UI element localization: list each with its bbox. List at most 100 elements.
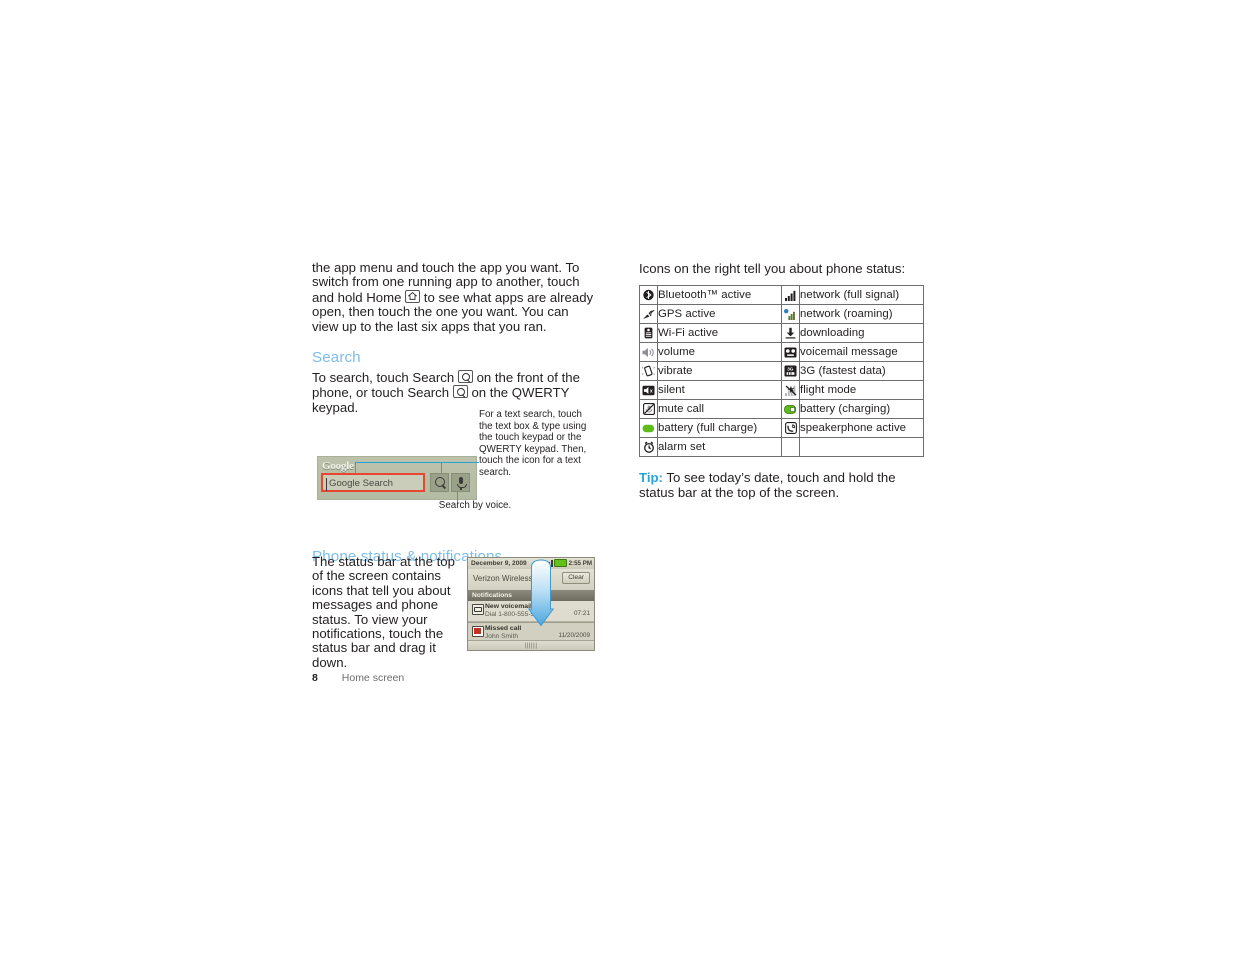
notifications-section-header: Notifications bbox=[468, 590, 594, 601]
icon-label: Bluetooth™ active bbox=[657, 285, 782, 306]
magnifier-glyph bbox=[456, 387, 465, 396]
microphone-base bbox=[457, 484, 467, 488]
icon-label: Wi-Fi active bbox=[657, 323, 782, 344]
status-time: 2:55 PM bbox=[568, 559, 592, 567]
list-item[interactable]: New voicemail Dial 1-800-555-5555 07:21 bbox=[468, 601, 594, 622]
callout-line-to-textbox bbox=[355, 462, 357, 473]
notification-title: Missed call bbox=[485, 625, 522, 632]
signal-roaming-icon bbox=[781, 304, 800, 325]
battery-charging-icon bbox=[781, 399, 800, 420]
alarm-clock-glyph bbox=[643, 441, 654, 454]
3g-data-glyph: 3G bbox=[784, 365, 797, 377]
microphone-icon bbox=[459, 477, 463, 484]
search-button[interactable] bbox=[430, 473, 449, 492]
voicemail-icon bbox=[472, 604, 484, 615]
search-key-icon-front bbox=[457, 370, 473, 384]
icon-label: speakerphone active bbox=[799, 418, 924, 439]
paragraph-app-menu: the app menu and touch the app you want.… bbox=[312, 260, 595, 334]
gps-icon bbox=[639, 304, 658, 325]
mute-microphone-glyph bbox=[642, 403, 655, 416]
paragraph-search-part1: To search, touch Search bbox=[312, 370, 455, 386]
table-row: volume voicemail message bbox=[639, 342, 924, 363]
search-key-icon-qwerty bbox=[452, 385, 468, 399]
voicemail-tape-glyph bbox=[784, 347, 797, 358]
phone-notification-screenshot: December 9, 2009 2:55 PM Verizon Wireles… bbox=[467, 557, 595, 651]
alarm-icon bbox=[639, 437, 658, 458]
icon-label: silent bbox=[657, 380, 782, 401]
magnifier-glyph bbox=[461, 372, 470, 381]
status-icon-table: Bluetooth™ active network (full signal) bbox=[639, 285, 924, 458]
drag-handle[interactable]: |||||| bbox=[468, 640, 594, 650]
voicemail-icon bbox=[781, 342, 800, 363]
icon-label: volume bbox=[657, 342, 782, 363]
notification-date: 11/20/2009 bbox=[558, 632, 590, 639]
icon-label: network (full signal) bbox=[799, 285, 924, 306]
download-arrow-glyph bbox=[785, 327, 796, 339]
table-row: battery (full charge) speakerphone activ… bbox=[639, 418, 924, 439]
search-input[interactable]: Google Search bbox=[321, 473, 425, 492]
svg-text:3G: 3G bbox=[787, 367, 794, 372]
icons-intro-text: Icons on the right tell you about phone … bbox=[639, 261, 906, 276]
notification-time: 07:21 bbox=[574, 610, 590, 617]
microphone-stem bbox=[460, 486, 462, 490]
icon-label: downloading bbox=[799, 323, 924, 344]
table-row: alarm set bbox=[639, 437, 924, 458]
notification-subtitle: Dial 1-800-555-5555 bbox=[485, 611, 546, 618]
empty-label-cell bbox=[799, 437, 924, 458]
signal-roaming-glyph bbox=[784, 308, 795, 320]
icon-label: 3G (fastest data) bbox=[799, 361, 924, 382]
speaker-muted-glyph: x bbox=[642, 385, 655, 395]
speaker-waves-glyph bbox=[642, 347, 654, 357]
icon-label: vibrate bbox=[657, 361, 782, 382]
icon-label: battery (charging) bbox=[799, 399, 924, 420]
vibrate-phone-glyph bbox=[642, 365, 655, 377]
wifi-icon bbox=[639, 323, 658, 344]
text-caret bbox=[326, 478, 327, 491]
manual-page: the app menu and touch the app you want.… bbox=[0, 0, 1235, 954]
network-roaming-icon bbox=[535, 559, 544, 567]
status-icon-group: 2:55 PM bbox=[535, 559, 592, 567]
icon-label: alarm set bbox=[657, 437, 782, 458]
speakerphone-glyph bbox=[784, 422, 797, 435]
speakerphone-icon bbox=[781, 418, 800, 439]
flight-mode-icon bbox=[781, 380, 800, 401]
svg-text:x: x bbox=[650, 388, 653, 394]
table-row: x silent flight mode bbox=[639, 380, 924, 401]
page-number: 8 bbox=[312, 672, 318, 684]
silent-icon: x bbox=[639, 380, 658, 401]
page-footer: 8 Home screen bbox=[312, 672, 404, 684]
left-column: the app menu and touch the app you want.… bbox=[312, 260, 597, 415]
search-input-placeholder: Google Search bbox=[329, 478, 393, 489]
callout-line-horizontal bbox=[355, 462, 479, 464]
drag-handle-grip: |||||| bbox=[524, 643, 538, 649]
bluetooth-icon bbox=[639, 285, 658, 306]
status-date: December 9, 2009 bbox=[471, 559, 527, 567]
notification-title: New voicemail bbox=[485, 603, 532, 610]
clear-button[interactable]: Clear bbox=[562, 572, 590, 584]
right-column: Icons on the right tell you about phone … bbox=[639, 261, 929, 500]
vibrate-icon bbox=[639, 361, 658, 382]
table-row: GPS active network (roaming) bbox=[639, 304, 924, 325]
callout-text-voice: Search by voice. bbox=[438, 500, 512, 511]
house-glyph bbox=[408, 291, 418, 300]
table-row: mute call battery (charging) bbox=[639, 399, 924, 420]
table-row: Bluetooth™ active network (full signal) bbox=[639, 285, 924, 306]
callout-line-to-search-button bbox=[441, 462, 443, 473]
wifi-router-glyph bbox=[644, 327, 653, 339]
volume-icon bbox=[639, 342, 658, 363]
download-icon bbox=[781, 323, 800, 344]
tip-text: To see today’s date, touch and hold the … bbox=[639, 470, 896, 500]
carrier-row: Verizon Wireless Clear bbox=[468, 569, 594, 591]
icon-label: voicemail message bbox=[799, 342, 924, 363]
page-section-label: Home screen bbox=[341, 672, 405, 684]
google-logo: Google bbox=[322, 460, 354, 472]
mute-call-icon bbox=[639, 399, 658, 420]
icon-label: network (roaming) bbox=[799, 304, 924, 325]
icon-label: mute call bbox=[657, 399, 782, 420]
magnifier-icon bbox=[435, 477, 445, 487]
voice-search-button[interactable] bbox=[451, 473, 470, 492]
icon-label: flight mode bbox=[799, 380, 924, 401]
icon-label: battery (full charge) bbox=[657, 418, 782, 439]
gps-satellite-glyph bbox=[643, 310, 655, 320]
tip-label: Tip: bbox=[639, 470, 663, 486]
